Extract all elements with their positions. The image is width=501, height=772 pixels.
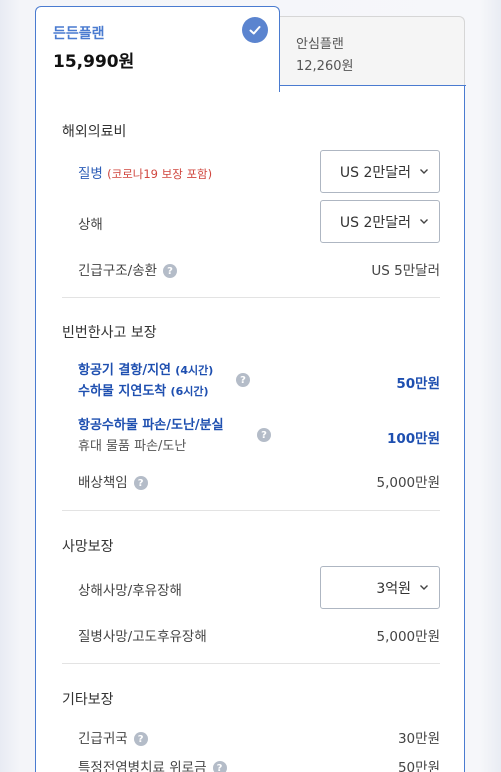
divider — [62, 663, 440, 664]
help-icon[interactable]: ? — [133, 476, 148, 490]
injury-amount-select[interactable]: US 2만달러 — [320, 200, 440, 243]
select-value: US 2만달러 — [339, 214, 411, 231]
liability-row-label: 배상책임? — [78, 471, 148, 491]
tab-plan-price: 12,260원 — [296, 59, 354, 74]
baggage-delay-label: 수하물 지연도착 — [78, 384, 167, 399]
help-icon[interactable]: ? — [163, 264, 178, 278]
injury-death-label: 상해사망/후유장해 — [78, 583, 182, 599]
return-value: 30만원 — [397, 731, 440, 747]
divider — [62, 297, 440, 298]
epidemic-label: 특정전염병치료 위로금 — [78, 760, 207, 772]
return-label: 긴급귀국 — [78, 731, 128, 747]
epidemic-row-label: 특정전염병치료 위로금? — [78, 756, 227, 772]
return-row-label: 긴급귀국? — [78, 727, 148, 747]
tab-plan-price: 15,990원 — [53, 52, 135, 72]
help-icon[interactable]: ? — [133, 732, 148, 746]
section-title: 기타보장 — [62, 692, 114, 708]
help-icon[interactable]: ? — [257, 428, 271, 442]
epidemic-value: 50만원 — [397, 760, 440, 772]
flight-delay-note: (4시간) — [175, 364, 214, 377]
disease-death-value: 5,000만원 — [376, 629, 441, 645]
chevron-down-icon — [420, 585, 428, 590]
liability-label: 배상책임 — [78, 475, 128, 491]
damage-value: 100만원 — [386, 431, 440, 447]
covid-note: (코로나19 보장 포함) — [107, 167, 213, 181]
delay-value: 50만원 — [396, 376, 440, 392]
coverage-panel: 해외의료비 질병 (코로나19 보장 포함) US 2만달러 상해 US 2만달… — [35, 85, 466, 772]
personal-items-label: 휴대 물품 파손/도난 — [78, 439, 187, 454]
select-value: US 2만달러 — [339, 164, 411, 181]
tab-dundun-plan[interactable]: 든든플랜 15,990원 — [35, 6, 280, 92]
chevron-down-icon — [420, 169, 428, 174]
section-title: 해외의료비 — [62, 124, 127, 140]
section-title: 빈번한사고 보장 — [62, 325, 157, 341]
rescue-value: US 5만달러 — [371, 263, 440, 279]
check-icon — [242, 17, 268, 43]
delay-row-label: 항공기 결항/지연 (4시간) 수하물 지연도착 (6시간) — [78, 360, 213, 402]
damage-row-label: 항공수하물 파손/도난/분실 휴대 물품 파손/도난 — [78, 415, 224, 457]
flight-delay-label: 항공기 결항/지연 — [78, 363, 171, 378]
rescue-label: 긴급구조/송환 — [78, 263, 158, 279]
disease-label: 질병 — [78, 166, 103, 182]
tab-plan-name: 든든플랜 — [53, 26, 105, 42]
baggage-delay-note: (6시간) — [170, 385, 209, 398]
rescue-row-label: 긴급구조/송환? — [78, 259, 178, 279]
section-title: 사망보장 — [62, 539, 114, 555]
help-icon[interactable]: ? — [236, 373, 250, 387]
divider — [62, 510, 440, 511]
liability-value: 5,000만원 — [376, 475, 441, 491]
injury-death-select[interactable]: 3억원 — [320, 566, 440, 609]
injury-label: 상해 — [78, 217, 103, 233]
tab-ansim-plan[interactable]: 안심플랜 12,260원 — [279, 16, 465, 86]
chevron-down-icon — [420, 219, 428, 224]
baggage-damage-label: 항공수하물 파손/도난/분실 — [78, 418, 224, 433]
select-value: 3억원 — [376, 580, 411, 597]
disease-amount-select[interactable]: US 2만달러 — [320, 150, 440, 193]
disease-row-label: 질병 (코로나19 보장 포함) — [78, 162, 212, 182]
help-icon[interactable]: ? — [212, 761, 227, 772]
tab-plan-name: 안심플랜 — [296, 37, 344, 52]
disease-death-label: 질병사망/고도후유장해 — [78, 629, 207, 645]
